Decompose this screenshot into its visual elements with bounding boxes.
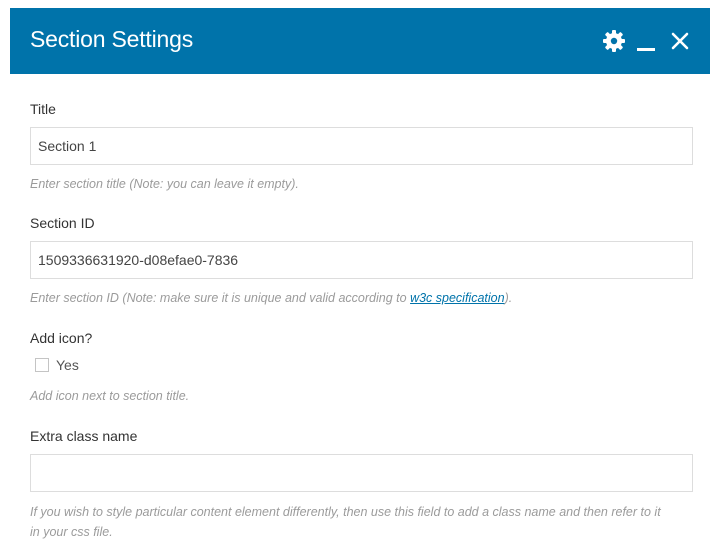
section-id-input[interactable] [30,241,693,279]
close-icon [671,32,689,50]
minimize-button[interactable] [634,27,658,55]
section-id-help-text: Enter section ID (Note: make sure it is … [30,288,512,308]
panel-title: Section Settings [30,26,194,52]
section-id-help-prefix: Enter section ID (Note: make sure it is … [30,291,411,305]
extra-class-label: Extra class name [30,428,138,444]
add-icon-help-text: Add icon next to section title. [30,389,190,403]
add-icon-checkbox-label[interactable]: Yes [56,357,79,373]
section-id-label: Section ID [30,215,95,231]
settings-button[interactable] [600,27,628,55]
w3c-specification-link[interactable]: w3c specification [410,291,505,305]
close-button[interactable] [668,27,692,55]
title-help-text: Enter section title (Note: you can leave… [30,177,299,191]
header-controls [600,8,692,74]
section-settings-panel: Section Settings Title Section 1 Enter s… [10,8,710,549]
extra-class-input[interactable] [30,454,693,492]
title-input[interactable] [30,127,693,165]
section-id-help-suffix: ). [504,291,513,305]
minimize-icon [637,48,655,51]
panel-header: Section Settings [10,8,710,74]
gear-icon [603,30,625,52]
add-icon-checkbox[interactable] [35,358,49,372]
extra-class-help-text: If you wish to style particular content … [30,505,661,539]
title-label: Title [30,101,56,117]
add-icon-checkbox-row[interactable]: Yes [35,357,79,373]
add-icon-label: Add icon? [30,330,93,346]
